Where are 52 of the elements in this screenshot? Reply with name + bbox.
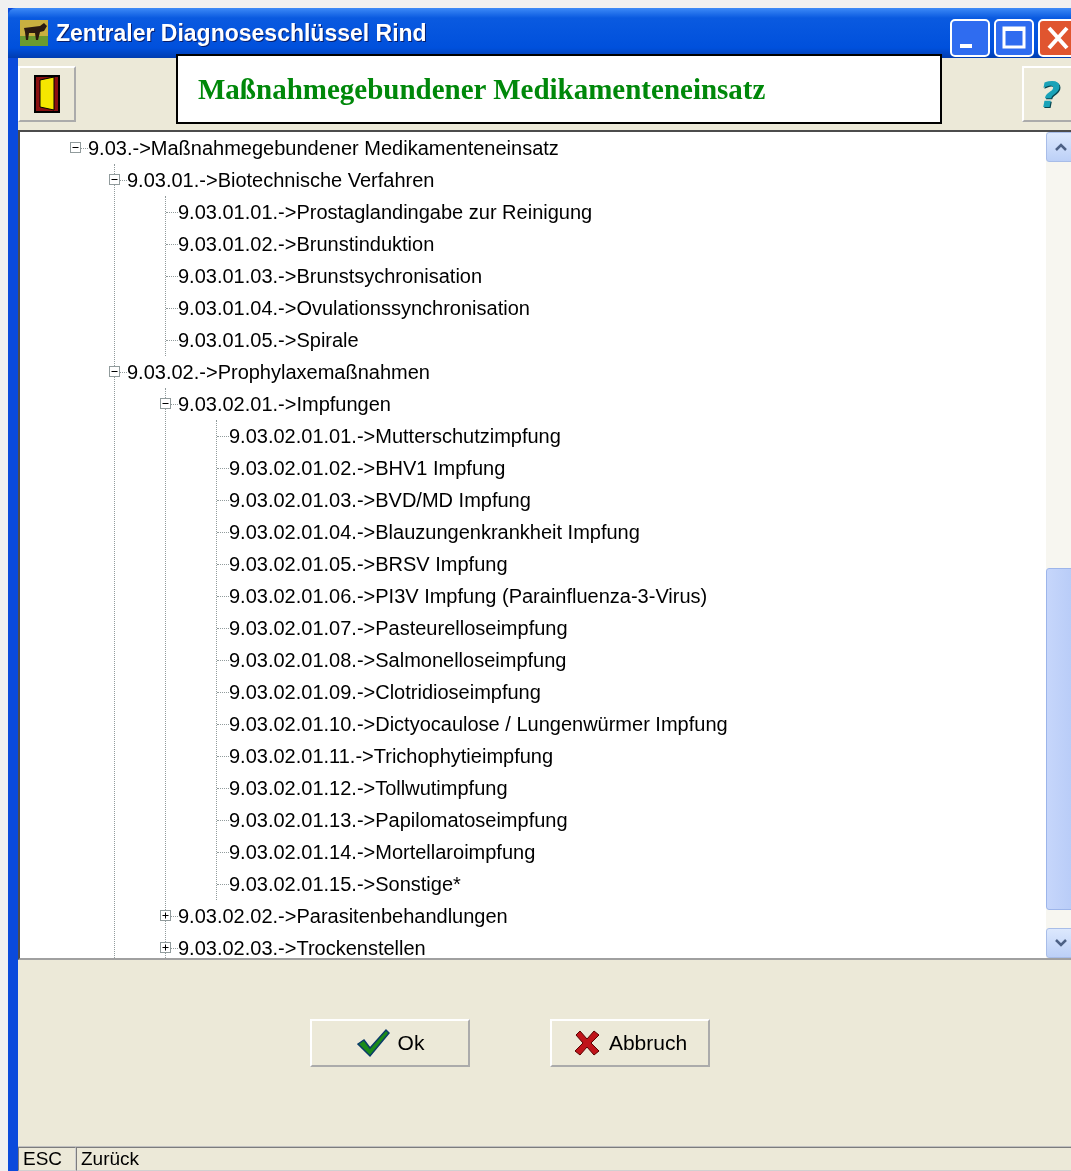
chevron-up-icon bbox=[1054, 142, 1068, 152]
close-icon[interactable] bbox=[1038, 19, 1071, 57]
minimize-icon[interactable] bbox=[950, 19, 990, 57]
expand-icon[interactable] bbox=[160, 910, 171, 921]
status-bar-panel: ESC bbox=[18, 1147, 76, 1171]
tree-item[interactable]: 9.03.02.01.11.->Trichophytieimpfung bbox=[229, 744, 554, 768]
tree-item[interactable]: 9.03.02.01.08.->Salmonelloseimpfung bbox=[229, 648, 567, 672]
door-icon bbox=[34, 75, 60, 113]
collapse-icon[interactable] bbox=[160, 398, 171, 409]
tree-item[interactable]: 9.03.02.01.01.->Mutterschutzimpfung bbox=[229, 424, 561, 448]
scrollbar[interactable] bbox=[1046, 132, 1071, 958]
tree-item[interactable]: 9.03.01.02.->Brunstinduktion bbox=[178, 232, 435, 256]
collapse-icon[interactable] bbox=[109, 174, 120, 185]
scroll-down-button[interactable] bbox=[1046, 928, 1071, 958]
tree-item[interactable]: 9.03.02.01.07.->Pasteurelloseimpfung bbox=[229, 616, 568, 640]
expand-icon[interactable] bbox=[160, 942, 171, 953]
collapse-icon[interactable] bbox=[109, 366, 120, 377]
section-heading: Maßnahmegebundener Medikamenteneinsatz bbox=[176, 54, 942, 124]
tree-item[interactable]: 9.03.01.->Biotechnische Verfahren bbox=[127, 168, 435, 192]
cow-icon bbox=[20, 20, 48, 46]
tree-item[interactable]: 9.03.02.01.04.->Blauzungenkrankheit Impfung bbox=[229, 520, 640, 544]
tree-item[interactable]: 9.03.02.01.->Impfungen bbox=[178, 392, 391, 416]
tree-item[interactable]: 9.03.02.01.10.->Dictyocaulose / Lungenwürmer Impfung bbox=[229, 712, 728, 736]
checkmark-icon bbox=[355, 1028, 390, 1058]
status-bar-panel: Zurück bbox=[76, 1147, 1071, 1171]
tree-item[interactable]: 9.03.02.01.02.->BHV1 Impfung bbox=[229, 456, 506, 480]
tree-item[interactable]: 9.03.01.01.->Prostaglandingabe zur Reinigung bbox=[178, 200, 593, 224]
cancel-button[interactable]: Abbruch bbox=[550, 1019, 710, 1067]
maximize-icon[interactable] bbox=[994, 19, 1034, 57]
tree-item[interactable]: 9.03.01.04.->Ovulationssynchronisation bbox=[178, 296, 530, 320]
tree-item[interactable]: 9.03.02.->Prophylaxemaßnahmen bbox=[127, 360, 430, 384]
scrollbar-thumb[interactable] bbox=[1046, 568, 1071, 910]
ok-button[interactable]: Ok bbox=[310, 1019, 470, 1067]
tree-item[interactable]: 9.03.02.01.15.->Sonstige* bbox=[229, 872, 461, 896]
tree-item[interactable]: 9.03.02.01.12.->Tollwutimpfung bbox=[229, 776, 508, 800]
tree-item[interactable]: 9.03.02.01.05.->BRSV Impfung bbox=[229, 552, 508, 576]
tree-item[interactable]: 9.03.02.02.->Parasitenbehandlungen bbox=[178, 904, 508, 928]
collapse-icon[interactable] bbox=[70, 142, 81, 153]
tree-item[interactable]: 9.03.01.05.->Spirale bbox=[178, 328, 359, 352]
tree-item[interactable]: 9.03.02.01.06.->PI3V Impfung (Parainfluenza-3-Virus) bbox=[229, 584, 708, 608]
tree-item[interactable]: 9.03.->Maßnahmegebundener Medikamenteneinsatz bbox=[88, 136, 559, 160]
tree-item[interactable]: 9.03.01.03.->Brunstsychronisation bbox=[178, 264, 483, 288]
window-title: Zentraler Diagnoseschlüssel Rind bbox=[56, 19, 428, 47]
tree-item[interactable]: 9.03.02.01.14.->Mortellaroimpfung bbox=[229, 840, 536, 864]
chevron-down-icon bbox=[1054, 938, 1068, 948]
tree-item[interactable]: 9.03.02.01.03.->BVD/MD Impfung bbox=[229, 488, 531, 512]
tree-item[interactable]: 9.03.02.01.09.->Clotridioseimpfung bbox=[229, 680, 541, 704]
tree-item[interactable]: 9.03.02.01.13.->Papilomatoseimpfung bbox=[229, 808, 568, 832]
tree-item[interactable]: 9.03.02.03.->Trockenstellen bbox=[178, 936, 426, 958]
scroll-up-button[interactable] bbox=[1046, 132, 1071, 162]
cross-icon bbox=[572, 1029, 601, 1057]
exit-button[interactable] bbox=[18, 66, 76, 122]
